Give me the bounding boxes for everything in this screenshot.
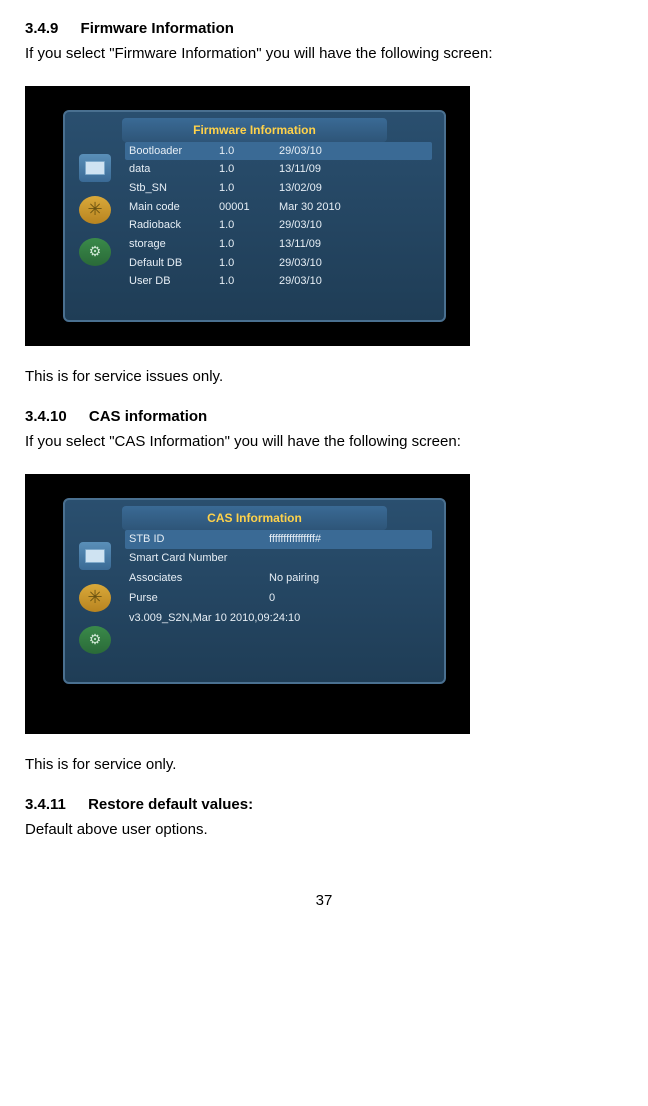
cas-value: No pairing: [269, 569, 432, 589]
firmware-row: Stb_SN1.013/02/09: [129, 179, 432, 198]
section-title: Restore default values:: [88, 796, 253, 813]
fw-version: 1.0: [219, 272, 279, 291]
section-number: 3.4.10: [25, 408, 67, 425]
fw-name: Main code: [129, 198, 219, 217]
fw-name: Default DB: [129, 254, 219, 273]
section-heading-firmware: 3.4.9 Firmware Information: [25, 20, 623, 37]
cas-name: STB ID: [129, 530, 269, 550]
firmware-row: Main code00001Mar 30 2010: [129, 198, 432, 217]
cas-name: Smart Card Number: [129, 549, 269, 569]
cas-panel: CAS Information STB IDffffffffffffffff#S…: [63, 498, 446, 684]
fw-date: 13/02/09: [279, 179, 432, 198]
gear-icon: [79, 238, 111, 266]
fw-name: storage: [129, 235, 219, 254]
firmware-row: data1.013/11/09: [129, 160, 432, 179]
firmware-title-bar: Firmware Information: [122, 118, 387, 142]
fw-version: 1.0: [219, 216, 279, 235]
sidebar-icons: [79, 154, 111, 266]
cas-row: STB IDffffffffffffffff#: [125, 530, 432, 550]
firmware-row: Default DB1.029/03/10: [129, 254, 432, 273]
fw-date: Mar 30 2010: [279, 198, 432, 217]
fw-version: 1.0: [219, 235, 279, 254]
firmware-row: Bootloader1.029/03/10: [125, 142, 432, 161]
fw-name: Stb_SN: [129, 179, 219, 198]
fw-version: 1.0: [219, 142, 279, 161]
firmware-screenshot: Firmware Information Bootloader1.029/03/…: [25, 86, 470, 346]
fw-date: 13/11/09: [279, 235, 432, 254]
cas-footer-row: v3.009_S2N,Mar 10 2010,09:24:10: [129, 609, 432, 629]
monitor-icon: [79, 154, 111, 182]
section3-body: Default above user options.: [25, 819, 623, 842]
cas-value: ffffffffffffffff#: [269, 530, 428, 550]
cas-name: Associates: [129, 569, 269, 589]
section-number: 3.4.9: [25, 20, 58, 37]
fw-date: 29/03/10: [279, 254, 432, 273]
cas-body: STB IDffffffffffffffff#Smart Card Number…: [129, 530, 432, 672]
fw-date: 13/11/09: [279, 160, 432, 179]
firmware-title: Firmware Information: [193, 123, 316, 137]
section2-intro: If you select "CAS Information" you will…: [25, 431, 623, 454]
cas-row: Purse0: [129, 589, 432, 609]
firmware-row: User DB1.029/03/10: [129, 272, 432, 291]
monitor-icon: [79, 542, 111, 570]
sidebar-icons: [79, 542, 111, 654]
section-heading-restore: 3.4.11 Restore default values:: [25, 796, 623, 813]
firmware-row: Radioback1.029/03/10: [129, 216, 432, 235]
section-number: 3.4.11: [25, 796, 66, 813]
fw-name: Bootloader: [129, 142, 219, 161]
section1-intro: If you select "Firmware Information" you…: [25, 43, 623, 66]
fw-date: 29/03/10: [279, 142, 428, 161]
fw-name: Radioback: [129, 216, 219, 235]
fw-name: data: [129, 160, 219, 179]
fw-version: 1.0: [219, 254, 279, 273]
cas-row: Smart Card Number: [129, 549, 432, 569]
cas-footer: v3.009_S2N,Mar 10 2010,09:24:10: [129, 609, 432, 629]
fw-version: 00001: [219, 198, 279, 217]
section2-outro: This is for service only.: [25, 754, 623, 777]
fw-date: 29/03/10: [279, 272, 432, 291]
firmware-body: Bootloader1.029/03/10data1.013/11/09Stb_…: [129, 142, 432, 310]
cas-value: [269, 549, 432, 569]
fw-version: 1.0: [219, 160, 279, 179]
section-heading-cas: 3.4.10 CAS information: [25, 408, 623, 425]
fw-version: 1.0: [219, 179, 279, 198]
section1-outro: This is for service issues only.: [25, 366, 623, 389]
fw-date: 29/03/10: [279, 216, 432, 235]
cas-title-bar: CAS Information: [122, 506, 387, 530]
cas-value: 0: [269, 589, 432, 609]
section-title: CAS information: [89, 408, 207, 425]
firmware-row: storage1.013/11/09: [129, 235, 432, 254]
firmware-panel: Firmware Information Bootloader1.029/03/…: [63, 110, 446, 322]
gear-icon: [79, 626, 111, 654]
section-title: Firmware Information: [81, 20, 234, 37]
fw-name: User DB: [129, 272, 219, 291]
cas-row: AssociatesNo pairing: [129, 569, 432, 589]
cas-title: CAS Information: [207, 511, 302, 525]
page-number: 37: [25, 892, 623, 909]
wheel-icon: [79, 196, 111, 224]
cas-screenshot: CAS Information STB IDffffffffffffffff#S…: [25, 474, 470, 734]
wheel-icon: [79, 584, 111, 612]
cas-name: Purse: [129, 589, 269, 609]
